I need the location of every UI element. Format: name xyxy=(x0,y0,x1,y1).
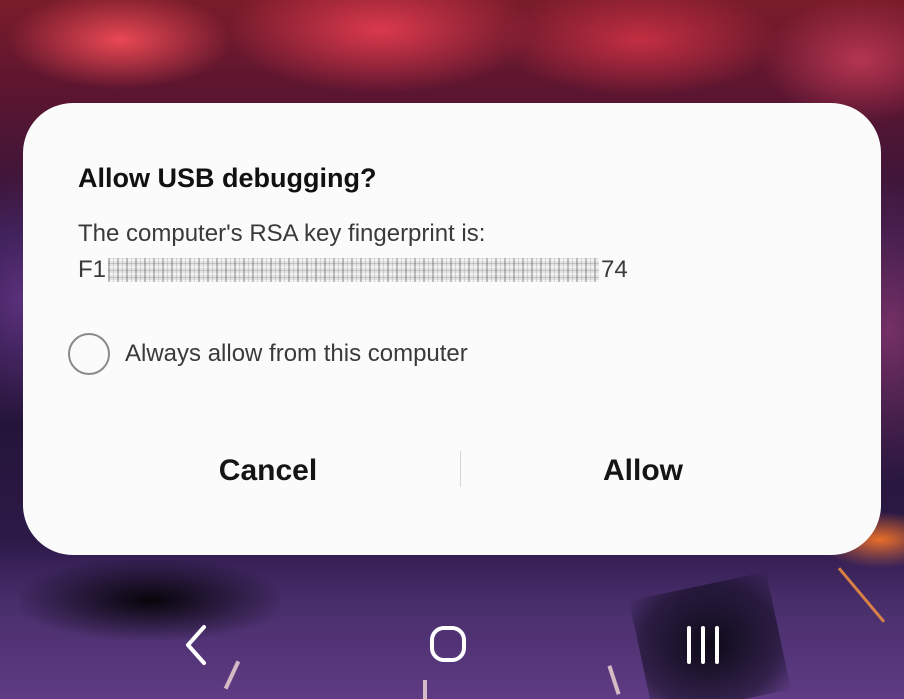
fingerprint-redacted-block xyxy=(108,258,600,282)
navigation-bar xyxy=(0,595,904,699)
dialog-button-row: Cancel Allow xyxy=(23,443,881,499)
dialog-message: The computer's RSA key fingerprint is: xyxy=(78,220,486,247)
three-bars-icon xyxy=(687,626,719,664)
screen: Allow USB debugging? The computer's RSA … xyxy=(0,0,904,699)
cancel-button[interactable]: Cancel xyxy=(73,443,463,499)
recent-apps-button[interactable] xyxy=(673,620,733,670)
always-allow-checkbox[interactable] xyxy=(68,333,110,375)
rsa-fingerprint: F1 74 xyxy=(78,255,628,285)
fingerprint-prefix: F1 xyxy=(78,256,107,283)
dialog-title: Allow USB debugging? xyxy=(78,163,377,193)
home-button[interactable] xyxy=(418,620,478,670)
always-allow-label: Always allow from this computer xyxy=(125,340,468,367)
chevron-left-icon xyxy=(186,625,206,665)
rounded-square-icon xyxy=(430,626,466,662)
usb-debugging-dialog: Allow USB debugging? The computer's RSA … xyxy=(23,103,881,555)
allow-button[interactable]: Allow xyxy=(453,443,833,499)
fingerprint-suffix: 74 xyxy=(601,256,628,283)
always-allow-option[interactable]: Always allow from this computer xyxy=(68,333,468,375)
back-button[interactable] xyxy=(167,620,227,670)
